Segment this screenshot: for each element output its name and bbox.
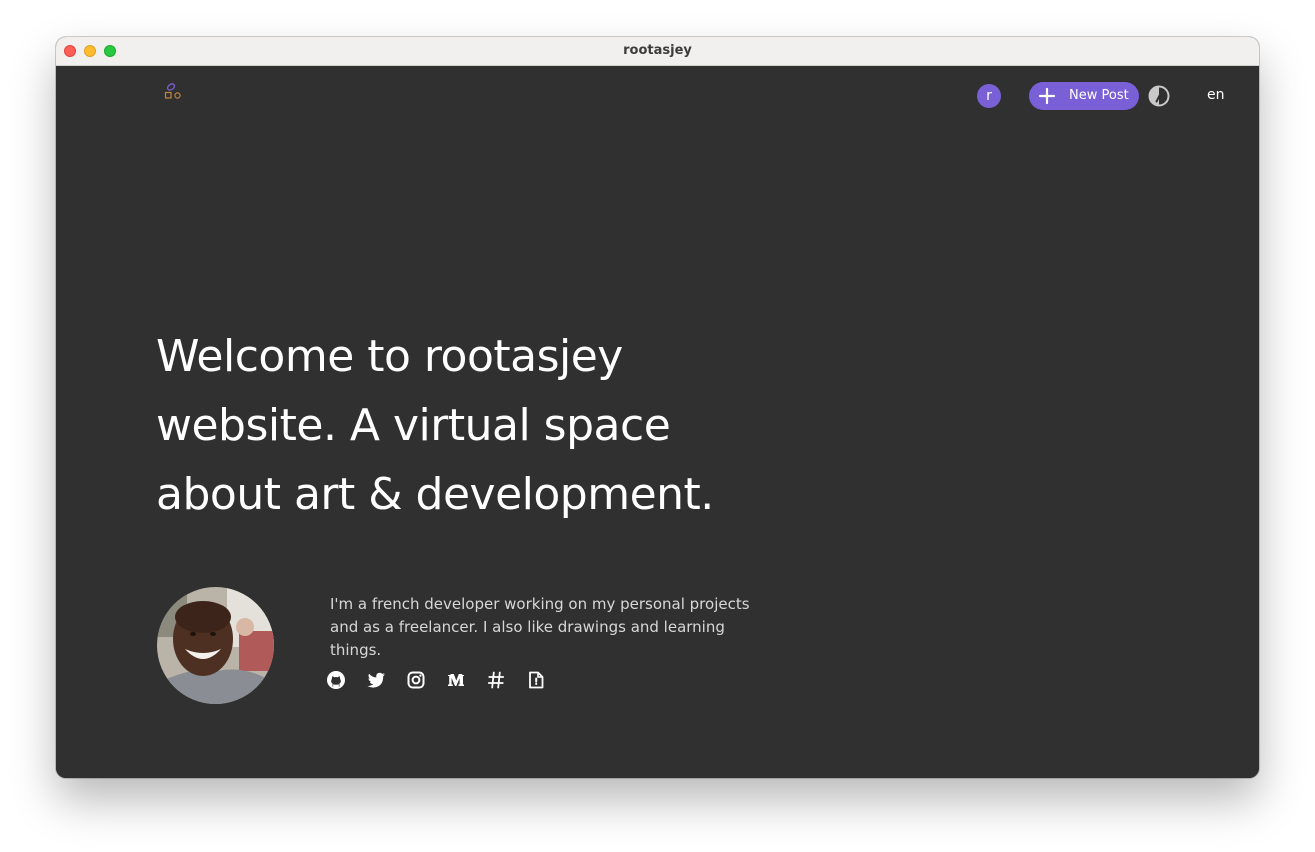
bio-text: I'm a french developer working on my per… [330, 595, 750, 659]
page-content: r New Post en Welcome to rootasjey websi… [56, 66, 1259, 778]
medium-icon[interactable] [446, 670, 466, 690]
hashtag-icon[interactable] [486, 670, 506, 690]
github-icon[interactable] [326, 670, 346, 690]
resume-file-icon[interactable] [526, 670, 546, 690]
twitter-icon[interactable] [366, 670, 386, 690]
window-titlebar: rootasjey [56, 37, 1259, 66]
browser-window: rootasjey r New Post en Welcome to roota… [56, 37, 1259, 778]
profile-photo [157, 587, 274, 704]
language-selector[interactable]: en [1207, 87, 1225, 103]
instagram-icon[interactable] [406, 670, 426, 690]
new-post-button[interactable]: New Post [1029, 82, 1139, 110]
window-title: rootasjey [623, 43, 692, 58]
plus-icon [1038, 87, 1056, 105]
theme-toggle-icon[interactable] [1148, 85, 1170, 107]
new-post-label: New Post [1069, 88, 1129, 103]
user-avatar[interactable]: r [977, 84, 1001, 108]
site-logo-icon[interactable] [163, 82, 183, 104]
hero-headline: Welcome to rootasjey website. A virtual … [156, 331, 714, 520]
